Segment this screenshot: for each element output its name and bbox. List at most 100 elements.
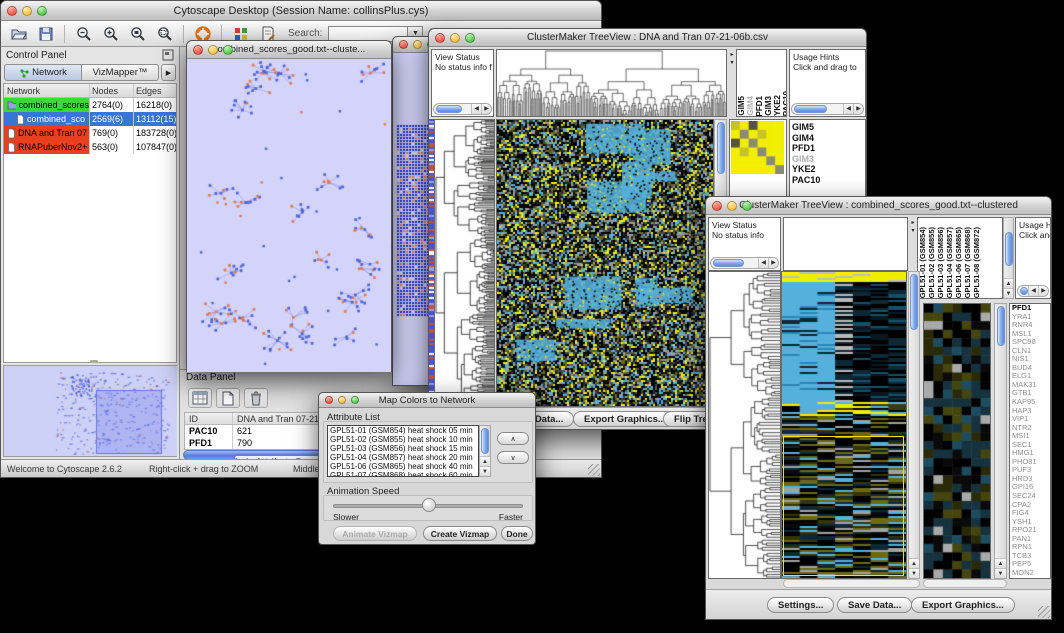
scrollbar-thumb[interactable] — [1020, 287, 1028, 295]
attribute-item[interactable]: GPL51-02 (GSM855) heat shock 10 min — [330, 435, 478, 444]
zoom-button[interactable] — [351, 396, 359, 404]
speed-slider-thumb[interactable] — [422, 498, 436, 512]
splitter-knob[interactable] — [90, 360, 98, 363]
zoom-out-button[interactable] — [71, 23, 96, 45]
attribute-item[interactable]: GPL51-04 (GSM857) heat shock 20 min — [330, 453, 478, 462]
scrollbar-thumb[interactable] — [910, 274, 918, 330]
tv2-collabel-vscrollbar[interactable]: ▲▼ — [1003, 217, 1014, 299]
close-button[interactable] — [7, 6, 17, 16]
scroll-left-arrow[interactable]: ◀ — [758, 258, 768, 268]
scroll-left-arrow[interactable]: ◀ — [1028, 286, 1038, 296]
tv2-hscrollbar-main[interactable] — [783, 579, 920, 588]
tv2-heatmap[interactable] — [781, 271, 907, 579]
gene-label-GIM3[interactable]: GIM3 — [792, 154, 865, 165]
zoom-button[interactable] — [465, 33, 475, 43]
scrollbar-thumb[interactable] — [717, 122, 725, 174]
scroll-left-arrow[interactable]: ◀ — [843, 104, 853, 114]
close-button[interactable] — [712, 201, 722, 211]
tv2-row-dendrogram[interactable] — [708, 271, 781, 579]
main-titlebar[interactable]: Cytoscape Desktop (Session Name: collins… — [1, 1, 601, 21]
settings-button[interactable]: Settings... — [767, 597, 834, 613]
birdseye-canvas[interactable] — [4, 366, 177, 456]
similarity-matrix-canvas[interactable] — [731, 121, 784, 174]
scroll-up-arrow[interactable]: ▲ — [995, 558, 1006, 568]
column-header-nodes[interactable]: Nodes — [90, 84, 134, 97]
export-graphics-button[interactable]: Export Graphics... — [911, 597, 1015, 613]
attribute-item[interactable]: GPL51-07 (GSM868) heat shock 60 min — [330, 471, 478, 477]
tv2-heatmap-vscrollbar[interactable]: ▲▼ — [908, 271, 920, 579]
open-session-button[interactable] — [6, 23, 31, 45]
scrollbar-thumb[interactable] — [436, 105, 462, 113]
scrollbar-thumb[interactable] — [1005, 232, 1013, 266]
scroll-up-arrow[interactable]: ▲ — [480, 456, 490, 466]
network-canvas[interactable] — [187, 59, 391, 372]
dialog-titlebar[interactable]: Map Colors to Network — [319, 393, 535, 408]
close-button[interactable] — [325, 396, 333, 404]
scroll-down-arrow[interactable]: ▼ — [909, 568, 919, 578]
tv2-hints-scrollbar[interactable]: ◀▶ — [1017, 285, 1049, 297]
scroll-right-arrow[interactable]: ▶ — [853, 104, 863, 114]
move-up-button[interactable]: ∧ — [497, 432, 529, 445]
row-dendrogram-canvas[interactable] — [435, 120, 494, 406]
minimize-button[interactable] — [450, 33, 460, 43]
scroll-up-arrow[interactable]: ▲ — [1004, 278, 1013, 288]
resize-grip[interactable] — [588, 464, 600, 476]
scroll-right-arrow[interactable]: ▶ — [1038, 286, 1048, 296]
tv1-column-dendrogram[interactable] — [496, 49, 727, 117]
tv1-hints-scrollbar[interactable]: ◀▶ — [791, 103, 864, 115]
column-header-edges[interactable]: Edges — [134, 84, 176, 97]
scroll-up-arrow[interactable]: ▲ — [909, 558, 919, 568]
network-view-window[interactable]: combined_scores_good.txt--cluste... — [186, 40, 392, 372]
attribute-list-scrollbar[interactable]: ▲▼ — [479, 425, 491, 477]
minimize-button[interactable] — [22, 6, 32, 16]
tv1-splitter[interactable]: ▸ ▾ — [728, 51, 736, 67]
zoom-button[interactable] — [742, 201, 752, 211]
scroll-left-arrow[interactable]: ◀ — [471, 104, 481, 114]
scroll-right-arrow[interactable]: ▶ — [481, 104, 491, 114]
attribute-item[interactable]: GPL51-03 (GSM856) heat shock 15 min — [330, 444, 478, 453]
tab-network[interactable]: Network — [4, 64, 82, 81]
tv2-detail-vscrollbar[interactable]: ▲▼ — [994, 303, 1007, 579]
tab-vizmapper[interactable]: VizMapper™ — [82, 64, 159, 81]
zoom-button[interactable] — [37, 6, 47, 16]
close-button[interactable] — [399, 40, 408, 49]
network-row[interactable]: RNAPuberNov2+ 563(0) 107847(0) — [4, 140, 176, 154]
float-panel-icon[interactable] — [162, 49, 174, 61]
tv1-row-dendrogram[interactable] — [434, 119, 495, 407]
row-dendrogram-canvas[interactable] — [709, 272, 780, 578]
birdseye-view[interactable] — [3, 365, 177, 457]
scrollbar-thumb[interactable] — [713, 259, 744, 267]
tv1-heatmap[interactable] — [496, 119, 714, 407]
gene-label-MON2[interactable]: MON2 — [1012, 569, 1050, 578]
create-attribute-button[interactable] — [216, 388, 240, 408]
attribute-item[interactable]: GPL51-06 (GSM865) heat shock 40 min — [330, 462, 478, 471]
delete-attribute-button[interactable] — [244, 388, 268, 408]
scroll-right-arrow[interactable]: ▶ — [768, 258, 778, 268]
attribute-list[interactable]: GPL51-01 (GSM854) heat shock 05 minGPL51… — [327, 425, 479, 477]
gene-label-GIM4[interactable]: GIM4 — [792, 133, 865, 144]
tv1-titlebar[interactable]: ClusterMaker TreeView : DNA and Tran 07-… — [429, 29, 866, 47]
column-dendrogram-canvas[interactable] — [497, 50, 726, 116]
id-column-header[interactable]: ID — [185, 413, 233, 424]
net1-titlebar[interactable]: combined_scores_good.txt--cluste... — [187, 41, 391, 59]
tv2-splitter[interactable]: ▸ ▾ — [909, 219, 917, 235]
save-data-button[interactable]: Save Data... — [837, 597, 912, 613]
scroll-down-arrow[interactable]: ▼ — [1004, 288, 1013, 298]
scrollbar-thumb[interactable] — [481, 428, 489, 454]
zoom-selected-button[interactable] — [152, 23, 177, 45]
minimize-button[interactable] — [727, 201, 737, 211]
save-session-button[interactable] — [33, 23, 58, 45]
scrollbar-thumb[interactable] — [794, 105, 827, 113]
gene-label-GIM5[interactable]: GIM5 — [792, 122, 865, 133]
zoom-fit-button[interactable] — [125, 23, 150, 45]
scroll-down-arrow[interactable]: ▼ — [995, 568, 1006, 578]
gene-label-YKE2[interactable]: YKE2 — [792, 164, 865, 175]
tv1-status-scrollbar[interactable]: ◀▶ — [433, 103, 492, 115]
column-header-network[interactable]: Network — [4, 84, 90, 97]
tv2-titlebar[interactable]: ClusterMaker TreeView : combined_scores_… — [706, 197, 1051, 215]
attribute-item[interactable]: GPL51-01 (GSM854) heat shock 05 min — [330, 426, 478, 435]
zoom-button[interactable] — [223, 45, 233, 55]
resize-grip[interactable] — [1038, 606, 1050, 618]
tv2-hscrollbar-detail[interactable] — [923, 579, 1007, 588]
scroll-down-arrow[interactable]: ▼ — [480, 466, 490, 476]
